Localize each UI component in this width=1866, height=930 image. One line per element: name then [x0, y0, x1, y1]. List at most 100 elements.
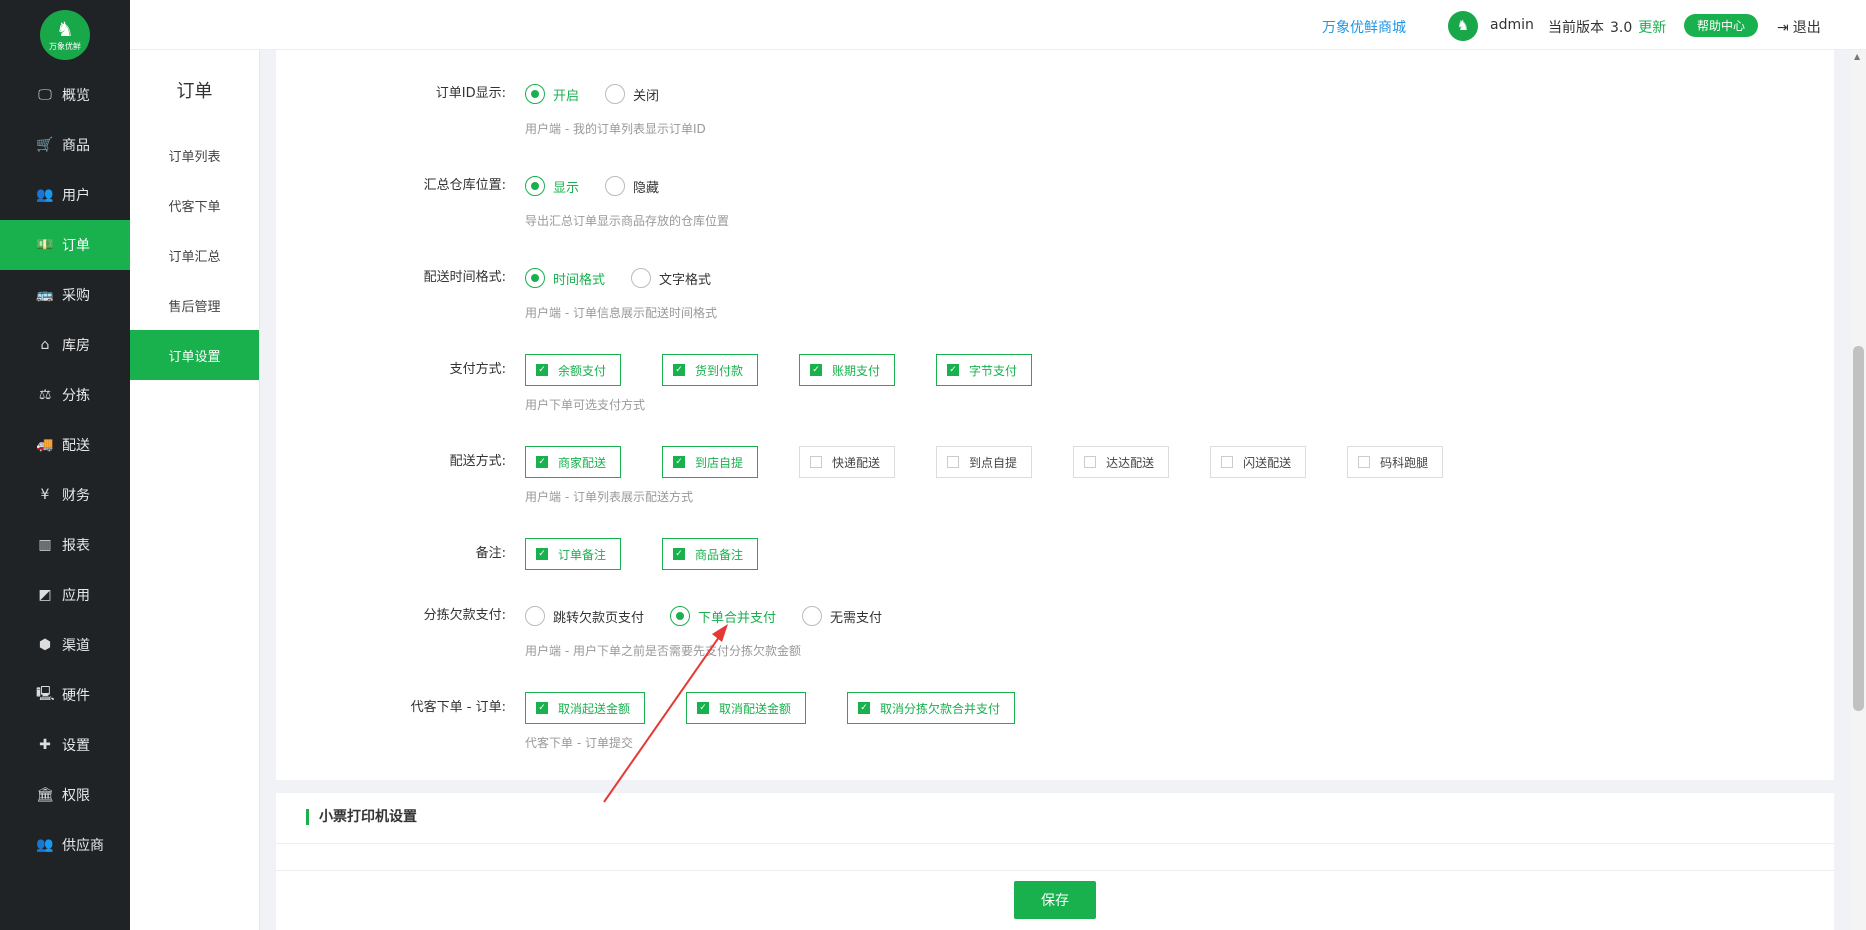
- cube-icon: ⬢: [38, 637, 52, 653]
- nav-item-11[interactable]: ⬢ 渠道: [0, 620, 130, 670]
- nav-item-0[interactable]: 🖵 概览: [0, 70, 130, 120]
- nav-item-15[interactable]: 👥 供应商: [0, 820, 130, 870]
- username[interactable]: admin: [1490, 17, 1534, 33]
- delivery-time-radio-0[interactable]: 时间格式: [525, 268, 605, 288]
- option-label: 到点自提: [969, 455, 1018, 470]
- scrollbar-thumb[interactable]: [1853, 346, 1864, 711]
- delivery-method-checkbox-1[interactable]: ✓ 到店自提: [662, 446, 759, 478]
- brand-logo[interactable]: ♞ 万象优鲜: [40, 10, 90, 60]
- remarks-checkbox-1[interactable]: ✓ 商品备注: [662, 538, 759, 570]
- warehouse-radio-1[interactable]: 隐藏: [605, 176, 659, 196]
- subnav-item-4[interactable]: 订单设置: [130, 330, 259, 380]
- nav-item-9[interactable]: ▥ 报表: [0, 520, 130, 570]
- option-label: 账期支付: [832, 363, 881, 378]
- delivery-method-checkbox-6[interactable]: 码科跑腿: [1347, 446, 1444, 478]
- proxy-order-checkbox-0[interactable]: ✓ 取消起送金额: [525, 692, 646, 724]
- subnav-item-3[interactable]: 售后管理: [130, 280, 259, 330]
- nav-item-label: 硬件: [62, 688, 90, 704]
- subnav-item-1[interactable]: 代客下单: [130, 180, 259, 230]
- checkbox-empty-icon: [947, 456, 960, 468]
- setting-hint: 导出汇总订单显示商品存放的仓库位置: [525, 214, 730, 228]
- checkbox-checked-icon: ✓: [858, 702, 871, 714]
- option-label: 商品备注: [695, 547, 744, 562]
- logout-label: 退出: [1792, 20, 1821, 36]
- version-info: 当前版本 3.0 更新: [1548, 17, 1666, 37]
- nav-item-5[interactable]: ⌂ 库房: [0, 320, 130, 370]
- nav-item-12[interactable]: 🖳 硬件: [0, 670, 130, 720]
- nav-item-label: 报表: [62, 538, 90, 554]
- scroll-up-icon[interactable]: ▲: [1854, 52, 1860, 61]
- option-label: 无需支付: [830, 610, 883, 626]
- delivery-method-checkbox-5[interactable]: 闪送配送: [1210, 446, 1307, 478]
- radio-dot-icon: [525, 84, 545, 104]
- setting-label: 分拣欠款支付:: [423, 608, 506, 623]
- setting-hint: 用户端 - 订单信息展示配送时间格式: [525, 306, 717, 320]
- nav-item-10[interactable]: ◩ 应用: [0, 570, 130, 620]
- version-label: 当前版本: [1548, 20, 1604, 36]
- save-button[interactable]: 保存: [1014, 881, 1096, 919]
- nav-item-label: 供应商: [62, 838, 104, 854]
- nav-item-6[interactable]: ⚖ 分拣: [0, 370, 130, 420]
- radio-dot-icon: [605, 84, 626, 104]
- option-label: 跳转欠款页支付: [553, 610, 645, 626]
- monitor-icon: 🖵: [38, 87, 52, 103]
- help-center-button[interactable]: 帮助中心: [1684, 14, 1759, 37]
- puzzle-icon: ✚: [39, 737, 51, 753]
- nav-item-label: 订单: [62, 238, 90, 254]
- delivery-method-checkbox-3[interactable]: 到点自提: [936, 446, 1033, 478]
- option-label: 取消分拣欠款合并支付: [880, 701, 1001, 716]
- payment-checkbox-2[interactable]: ✓ 账期支付: [799, 354, 896, 386]
- subnav-item-0[interactable]: 订单列表: [130, 130, 259, 180]
- setting-hint: 用户下单可选支付方式: [525, 398, 646, 412]
- option-label: 货到付款: [695, 363, 744, 378]
- payment-checkbox-3[interactable]: ✓ 字节支付: [936, 354, 1033, 386]
- bus-icon: 🚌: [36, 287, 54, 303]
- nav-item-3[interactable]: 💵 订单: [0, 220, 130, 270]
- proxy-order-checkbox-1[interactable]: ✓ 取消配送金额: [686, 692, 807, 724]
- footer-bar: 保存: [276, 870, 1834, 930]
- sorting-debt-radio-2[interactable]: 无需支付: [802, 606, 882, 626]
- nav-item-14[interactable]: 🏛 权限: [0, 770, 130, 820]
- payment-checkbox-0[interactable]: ✓ 余额支付: [525, 354, 622, 386]
- delivery-method-checkbox-4[interactable]: 达达配送: [1073, 446, 1170, 478]
- proxy-order-checkbox-2[interactable]: ✓ 取消分拣欠款合并支付: [847, 692, 1016, 724]
- main-nav: ♞ 万象优鲜 🖵 概览 🛒 商品 👥 用户 💵 订单 🚌 采购 ⌂ 库房 ⚖ 分拣 🚚 配送 ¥ 财务 ▥ 报表 ◩ 应用…: [0, 0, 130, 930]
- subnav-list: 订单列表 代客下单 订单汇总 售后管理 订单设置: [130, 130, 259, 380]
- nav-item-13[interactable]: ✚ 设置: [0, 720, 130, 770]
- warehouse-radio-0[interactable]: 显示: [525, 176, 579, 196]
- store-link[interactable]: 万象优鲜商城: [1322, 17, 1406, 37]
- checkbox-checked-icon: ✓: [536, 456, 548, 468]
- delivery-method-checkbox-0[interactable]: ✓ 商家配送: [525, 446, 622, 478]
- sorting-debt-radio-group: 跳转欠款页支付 下单合并支付 无需支付: [525, 606, 908, 626]
- payment-checkbox-1[interactable]: ✓ 货到付款: [662, 354, 759, 386]
- option-label: 快递配送: [832, 455, 881, 470]
- option-label: 达达配送: [1106, 455, 1155, 470]
- sorting-debt-radio-1[interactable]: 下单合并支付: [670, 606, 776, 626]
- user-avatar[interactable]: ♞: [1448, 11, 1478, 41]
- logo-text: 万象优鲜: [49, 41, 81, 51]
- logout-button[interactable]: ⇥ 退出: [1777, 17, 1821, 37]
- nav-item-4[interactable]: 🚌 采购: [0, 270, 130, 320]
- nav-item-2[interactable]: 👥 用户: [0, 170, 130, 220]
- delivery-time-radio-1[interactable]: 文字格式: [631, 268, 711, 288]
- order-id-radio-1[interactable]: 关闭: [605, 84, 659, 104]
- nav-item-8[interactable]: ¥ 财务: [0, 470, 130, 520]
- subnav-item-2[interactable]: 订单汇总: [130, 230, 259, 280]
- warehouse-radio-group: 显示 隐藏: [525, 176, 685, 196]
- delivery-method-checkbox-2[interactable]: 快递配送: [799, 446, 896, 478]
- setting-label: 备注:: [475, 546, 506, 561]
- sorting-debt-radio-0[interactable]: 跳转欠款页支付: [525, 606, 644, 626]
- order-id-radio-0[interactable]: 开启: [525, 84, 579, 104]
- option-label: 开启: [553, 88, 580, 104]
- remarks-checkbox-0[interactable]: ✓ 订单备注: [525, 538, 622, 570]
- update-link[interactable]: 更新: [1638, 20, 1666, 36]
- option-label: 字节支付: [969, 363, 1018, 378]
- yen-icon: ¥: [40, 487, 50, 503]
- cart-icon: 🛒: [36, 137, 54, 153]
- nav-item-1[interactable]: 🛒 商品: [0, 120, 130, 170]
- option-label: 闪送配送: [1243, 455, 1292, 470]
- version-number: 3.0: [1610, 20, 1633, 36]
- option-label: 下单合并支付: [698, 610, 777, 626]
- nav-item-7[interactable]: 🚚 配送: [0, 420, 130, 470]
- option-label: 时间格式: [553, 272, 606, 288]
